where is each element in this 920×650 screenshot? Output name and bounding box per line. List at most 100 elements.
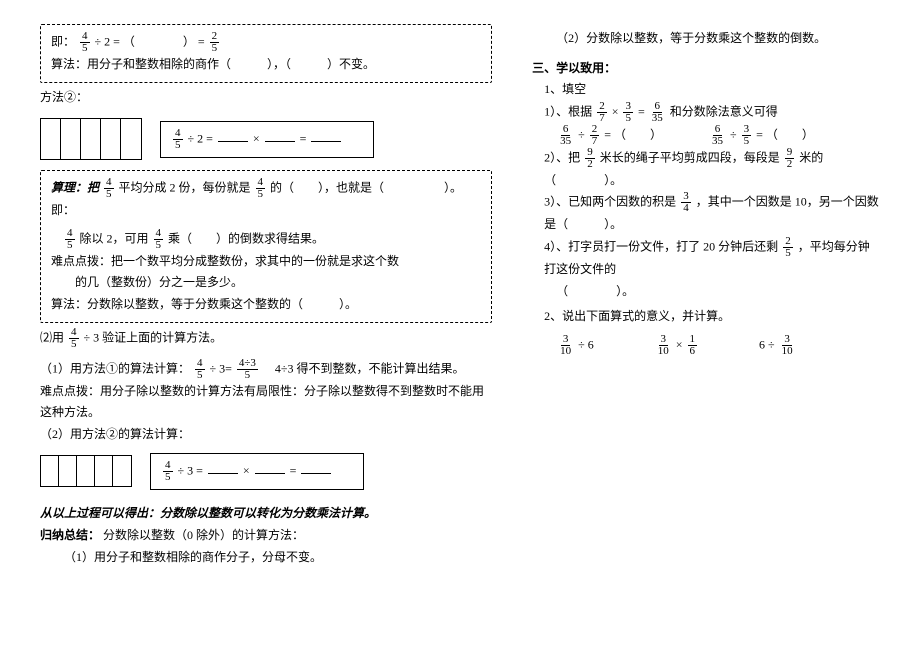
fraction-2-5: 25 xyxy=(783,236,793,259)
blank xyxy=(218,128,248,142)
fraction-4-5: 45 xyxy=(256,177,266,200)
fraction-3-5: 35 xyxy=(742,124,752,147)
fraction-4-5: 45 xyxy=(80,31,90,54)
blank xyxy=(255,460,285,474)
text: = xyxy=(300,131,310,145)
q1-1-sub: 635 ÷ 27 = （ ） 635 ÷ 35 = （ ） xyxy=(532,124,880,147)
hard-point: 难点点拨：用分子除以整数的计算方法有局限性：分子除以整数得不到整数时不能用这种方… xyxy=(40,381,492,424)
blank xyxy=(301,460,331,474)
text: ÷ 2 = xyxy=(188,131,216,145)
left-column: 即： 45 ÷ 2 = （ ） = 25 算法：用分子和整数相除的商作（ ），（… xyxy=(40,20,492,630)
fraction-4-5: 45 xyxy=(65,228,75,251)
fraction-4-5: 45 xyxy=(163,460,173,483)
q2-title: 2、说出下面算式的意义，并计算。 xyxy=(532,306,880,328)
text: ÷ 6 xyxy=(578,337,594,351)
partition-diagram xyxy=(40,118,142,160)
fraction-2-7: 27 xyxy=(590,124,600,147)
text: ÷ xyxy=(730,127,740,141)
text: × xyxy=(253,131,263,145)
text: = xyxy=(638,104,648,118)
fraction-3-10: 310 xyxy=(558,334,573,357)
box2-line4: 算法：分数除以整数，等于分数乘这个整数的（ ）。 xyxy=(51,294,481,316)
box2-line2: 45 除以 2，可用 45 乘（ ）的倒数求得结果。 xyxy=(51,228,481,251)
fraction-4-5: 45 xyxy=(154,228,164,251)
right-column: （2）分数除以整数，等于分数乘这个整数的倒数。 三、学以致用： 1、填空 1）、… xyxy=(532,20,880,630)
text: 和分数除法意义可得 xyxy=(670,104,778,118)
text: 1）、根据 xyxy=(544,104,595,118)
text: 3）、已知两个因数的积是 xyxy=(544,195,676,209)
fraction-4-5: 45 xyxy=(104,177,114,200)
box2-line3: 难点点拨：把一个数平均分成整数份，求其中的一份就是求这个数 xyxy=(51,251,481,273)
verify-line: ⑵用 45 ÷ 3 验证上面的计算方法。 xyxy=(40,327,492,350)
equation-box-2: 45 ÷ 3 = × = xyxy=(150,453,364,490)
fraction-4-5: 45 xyxy=(195,358,205,381)
fraction-3-5: 35 xyxy=(623,101,633,124)
dashed-box-1: 即： 45 ÷ 2 = （ ） = 25 算法：用分子和整数相除的商作（ ），（… xyxy=(40,24,492,83)
rule-2: （2）分数除以整数，等于分数乘这个整数的倒数。 xyxy=(532,28,880,50)
expr-2: 310 × 16 xyxy=(654,334,699,357)
text: ÷ 3= xyxy=(210,361,232,375)
text: 平均分成 2 份，每份就是 xyxy=(119,180,251,194)
text: = （ ） xyxy=(756,127,814,141)
box1-line1: 即： 45 ÷ 2 = （ ） = 25 xyxy=(51,31,481,54)
q1-3: 3）、已知两个因数的积是 34 ，其中一个因数是 10，另一个因数是（ ）。 xyxy=(532,191,880,236)
fraction-2-5: 25 xyxy=(210,31,220,54)
equation-box-1: 45 ÷ 2 = × = xyxy=(160,121,374,158)
method2-calc-label: （2）用方法②的算法计算： xyxy=(40,424,492,446)
fraction-3-4: 34 xyxy=(681,191,691,214)
blank xyxy=(208,460,238,474)
fraction-9-2: 92 xyxy=(585,147,595,170)
partition-row-1: 45 ÷ 2 = × = xyxy=(40,114,492,164)
label-suanli: 算理：把 xyxy=(51,180,99,194)
q1-4b: （ ）。 xyxy=(532,281,880,303)
partition-diagram xyxy=(40,455,132,487)
text: 4）、打字员打一份文件，打了 20 分钟后还剩 xyxy=(544,239,781,253)
blank xyxy=(311,128,341,142)
summary-body: 分数除以整数（0 除外）的计算方法： xyxy=(103,528,304,542)
method2-label: 方法②： xyxy=(40,87,492,109)
text: 即： xyxy=(51,34,75,48)
fraction-3-10: 310 xyxy=(656,334,671,357)
box2-line3b: 的几（整数份）分之一是多少。 xyxy=(51,272,481,294)
fraction-1-6: 16 xyxy=(688,334,698,357)
box2-line1: 算理：把 45 平均分成 2 份，每份就是 45 的（ ），也就是（ ）。即： xyxy=(51,177,481,222)
text: ÷ xyxy=(578,127,588,141)
text: ÷ 2 = （ ） = xyxy=(95,34,208,48)
summary-1: （1）用分子和整数相除的商作分子，分母不变。 xyxy=(40,547,492,569)
q1-2: 2）、把 92 米长的绳子平均剪成四段，每段是 92 米的（ ）。 xyxy=(532,147,880,192)
text: 4÷3 得不到整数，不能计算出结果。 xyxy=(263,361,465,375)
expr-3: 6 ÷ 310 xyxy=(759,334,797,357)
text: × xyxy=(612,104,622,118)
partition-row-2: 45 ÷ 3 = × = xyxy=(40,451,492,491)
fraction-6-35: 635 xyxy=(710,124,725,147)
q1-title: 1、填空 xyxy=(532,79,880,101)
text: ÷ 3 验证上面的计算方法。 xyxy=(84,330,223,344)
text: = （ ） xyxy=(604,127,662,141)
blank xyxy=(265,128,295,142)
text: = xyxy=(290,463,300,477)
fraction-9-2: 92 xyxy=(785,147,795,170)
conclusion: 从以上过程可以得出：分数除以整数可以转化为分数乘法计算。 xyxy=(40,503,492,525)
fraction-6-35: 635 xyxy=(558,124,573,147)
q1-4: 4）、打字员打一份文件，打了 20 分钟后还剩 25 ，平均每分钟打这份文件的 xyxy=(532,236,880,281)
text: ⑵用 xyxy=(40,330,64,344)
box1-line2: 算法：用分子和整数相除的商作（ ），（ ）不变。 xyxy=(51,54,481,76)
summary-title: 归纳总结： xyxy=(40,528,100,542)
text: （1）用方法①的算法计算： xyxy=(40,361,190,375)
fraction-3-10: 310 xyxy=(780,334,795,357)
text: 6 ÷ xyxy=(759,337,778,351)
section-3-title: 三、学以致用： xyxy=(532,58,880,80)
text: × xyxy=(676,337,686,351)
fraction-4-5: 45 xyxy=(173,128,183,151)
text: 除以 2，可用 xyxy=(80,231,149,245)
summary-line: 归纳总结： 分数除以整数（0 除外）的计算方法： xyxy=(40,525,492,547)
expr-1: 310 ÷ 6 xyxy=(556,334,594,357)
method1-calc: （1）用方法①的算法计算： 45 ÷ 3= 4÷35 4÷3 得不到整数，不能计… xyxy=(40,358,492,381)
fraction-6-35: 635 xyxy=(650,101,665,124)
text: × xyxy=(243,463,253,477)
fraction-4-5: 45 xyxy=(69,327,79,350)
text: 米长的绳子平均剪成四段，每段是 xyxy=(600,150,780,164)
text: ÷ 3 = xyxy=(178,463,206,477)
dashed-box-2: 算理：把 45 平均分成 2 份，每份就是 45 的（ ），也就是（ ）。即： … xyxy=(40,170,492,322)
expression-row: 310 ÷ 6 310 × 16 6 ÷ 310 xyxy=(556,334,880,357)
